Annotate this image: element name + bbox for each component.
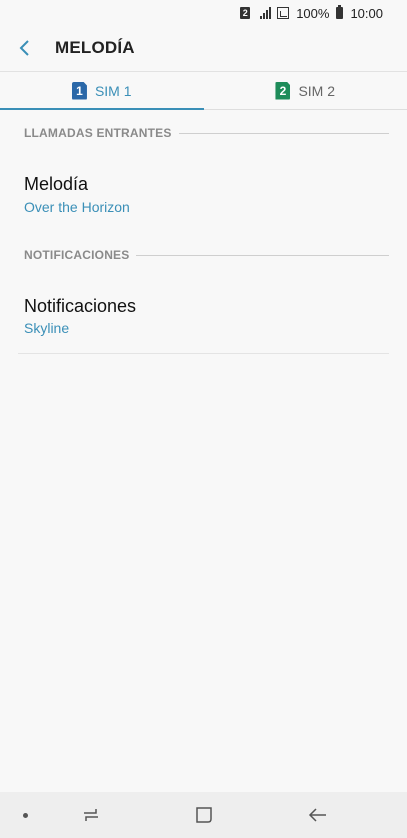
home-button[interactable] — [189, 802, 219, 828]
section-header-incoming-calls: LLAMADAS ENTRANTES — [24, 126, 389, 140]
signal-icon — [260, 7, 272, 19]
sim-2-icon: 2 — [275, 81, 291, 100]
list-item-notifications[interactable]: Notificaciones Skyline — [0, 282, 407, 352]
section-header-label: NOTIFICACIONES — [24, 248, 130, 262]
list-item-subtitle: Skyline — [24, 320, 70, 336]
tab-sim-2[interactable]: 2 SIM 2 — [204, 72, 407, 109]
section-divider — [136, 254, 389, 256]
status-bar: 2 100% 10:00 — [0, 0, 407, 26]
tab-label: SIM 2 — [298, 82, 336, 99]
back-nav-button[interactable] — [303, 802, 333, 828]
page-title: MELODÍA — [55, 38, 135, 57]
list-divider — [18, 353, 389, 354]
battery-icon — [336, 5, 344, 19]
tab-sim-1[interactable]: 1 SIM 1 — [0, 72, 204, 110]
home-icon — [196, 807, 212, 823]
list-item-title: Notificaciones — [24, 296, 137, 316]
battery-percent: 100% — [296, 5, 330, 21]
list-item-ringtone[interactable]: Melodía Over the Horizon — [0, 160, 407, 230]
list-item-title: Melodía — [24, 174, 89, 194]
sim-1-icon: 1 — [71, 81, 87, 100]
navigation-bar — [0, 792, 407, 838]
app-header: MELODÍA — [0, 26, 407, 70]
sim-tabs: 1 SIM 1 2 SIM 2 — [0, 71, 407, 110]
section-header-label: LLAMADAS ENTRANTES — [24, 126, 172, 140]
recent-apps-button[interactable] — [76, 802, 106, 828]
back-button[interactable] — [0, 26, 50, 70]
sim-indicator-icon: 2 — [240, 7, 251, 19]
tab-label: SIM 1 — [94, 82, 132, 99]
recent-apps-icon — [84, 809, 98, 821]
chevron-left-icon — [19, 40, 29, 56]
section-divider — [178, 132, 389, 134]
clock: 10:00 — [350, 5, 383, 21]
list-item-subtitle: Over the Horizon — [24, 199, 130, 215]
back-arrow-icon — [308, 808, 326, 822]
section-header-notifications: NOTIFICACIONES — [24, 248, 389, 262]
data-icon — [277, 7, 290, 19]
dot-icon[interactable] — [23, 813, 28, 818]
